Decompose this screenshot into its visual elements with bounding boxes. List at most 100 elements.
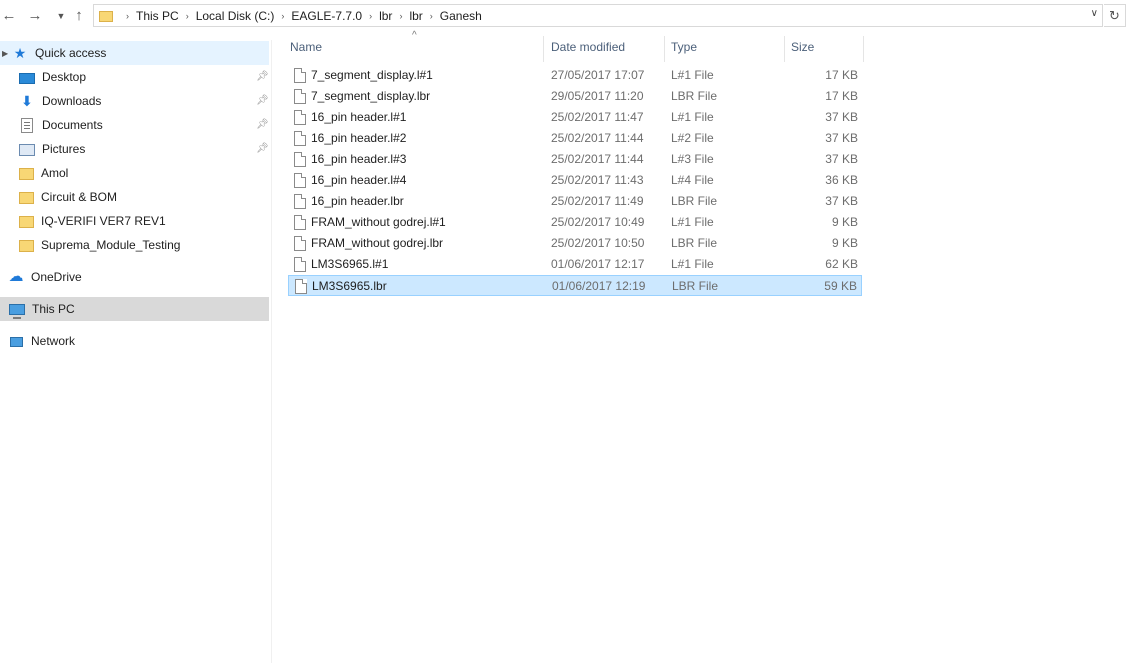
sidebar-item-documents[interactable]: Documents 📌︎	[0, 113, 269, 137]
file-type: L#2 File	[671, 131, 714, 145]
navigation-pane: ▶ ★ Quick access Desktop 📌︎ ⬇ Downloads …	[0, 40, 270, 663]
breadcrumb-separator-icon[interactable]: ›	[281, 11, 284, 21]
computer-icon	[9, 303, 25, 319]
file-date-modified: 25/02/2017 11:44	[551, 152, 644, 166]
file-icon	[294, 89, 306, 104]
sidebar-item-label: Circuit & BOM	[41, 190, 118, 204]
breadcrumb-this-pc[interactable]: This PC	[136, 9, 179, 23]
file-date-modified: 25/02/2017 11:43	[551, 173, 644, 187]
back-arrow-icon[interactable]: ←	[0, 6, 18, 26]
pin-icon: 📌︎	[256, 143, 269, 154]
file-icon	[294, 215, 306, 230]
file-size: 59 KB	[824, 279, 857, 293]
table-row[interactable]: FRAM_without godrej.lbr 25/02/2017 10:50 L…	[288, 233, 862, 254]
sidebar-item-desktop[interactable]: Desktop 📌︎	[0, 65, 269, 89]
breadcrumb-eagle[interactable]: EAGLE-7.7.0	[291, 9, 362, 23]
network-icon	[10, 337, 23, 347]
breadcrumb-local-disk[interactable]: Local Disk (C:)	[196, 9, 275, 23]
sidebar-item-label: IQ-VERIFI VER7 REV1	[41, 214, 166, 228]
address-bar[interactable]: › This PC › Local Disk (C:) › EAGLE-7.7.…	[93, 4, 1103, 27]
breadcrumb-separator-icon[interactable]: ›	[430, 11, 433, 21]
breadcrumb-separator-icon[interactable]: ›	[369, 11, 372, 21]
file-name: LM3S6965.lbr	[312, 279, 387, 293]
sidebar-item-suprema[interactable]: Suprema_Module_Testing	[0, 233, 269, 257]
file-size: 17 KB	[825, 68, 858, 82]
table-row[interactable]: 16_pin header.l#4 25/02/2017 11:43 L#4 Fil…	[288, 170, 862, 191]
sidebar-item-iq-verifi[interactable]: IQ-VERIFI VER7 REV1	[0, 209, 269, 233]
breadcrumb-lbr[interactable]: lbr	[379, 9, 392, 23]
table-row[interactable]: 7_segment_display.l#1 27/05/2017 17:07 L#1…	[288, 65, 862, 86]
file-name: FRAM_without godrej.lbr	[311, 236, 444, 250]
folder-icon	[99, 11, 113, 22]
sidebar-item-amol[interactable]: Amol	[0, 161, 269, 185]
file-size: 9 KB	[831, 215, 858, 229]
file-name: 16_pin header.lbr	[311, 194, 404, 208]
table-row[interactable]: 16_pin header.l#3 25/02/2017 11:44 L#3 Fil…	[288, 149, 862, 170]
refresh-icon[interactable]: ↻	[1104, 4, 1126, 27]
file-type: L#1 File	[671, 68, 714, 82]
file-type: L#4 File	[671, 173, 714, 187]
download-icon: ⬇	[21, 93, 33, 109]
file-icon	[294, 257, 306, 272]
sidebar-item-network[interactable]: Network	[0, 329, 269, 353]
file-name: 16_pin header.l#1	[311, 110, 407, 124]
file-name: 7_segment_display.lbr	[311, 89, 431, 103]
sidebar-item-pictures[interactable]: Pictures 📌︎	[0, 137, 269, 161]
pin-icon: 📌︎	[256, 119, 269, 130]
sidebar-item-circuit-bom[interactable]: Circuit & BOM	[0, 185, 269, 209]
file-date-modified: 25/02/2017 11:44	[551, 131, 644, 145]
table-row[interactable]: FRAM_without godrej.l#1 25/02/2017 10:49 L…	[288, 212, 862, 233]
sidebar-item-label: Documents	[42, 118, 103, 132]
sidebar-item-quick-access[interactable]: ▶ ★ Quick access	[0, 41, 269, 65]
file-size: 36 KB	[825, 173, 858, 187]
file-name: LM3S6965.l#1	[311, 257, 389, 271]
breadcrumb-ganesh[interactable]: Ganesh	[440, 9, 482, 23]
sidebar-item-onedrive[interactable]: ☁ OneDrive	[0, 265, 269, 289]
collapse-arrow-icon[interactable]: ▶	[2, 49, 8, 58]
sidebar-item-label: Suprema_Module_Testing	[41, 238, 181, 252]
column-header-type[interactable]: Type	[665, 36, 785, 62]
table-row[interactable]: 16_pin header.lbr 25/02/2017 11:49 LBR Fil…	[288, 191, 862, 212]
breadcrumb-separator-icon[interactable]: ›	[126, 11, 129, 21]
file-date-modified: 01/06/2017 12:19	[552, 279, 646, 293]
file-date-modified: 29/05/2017 11:20	[551, 89, 644, 103]
file-name: FRAM_without godrej.l#1	[311, 215, 446, 229]
file-name: 16_pin header.l#3	[311, 152, 407, 166]
pin-icon: 📌︎	[256, 95, 269, 106]
star-icon: ★	[13, 45, 27, 61]
sidebar-item-downloads[interactable]: ⬇ Downloads 📌︎	[0, 89, 269, 113]
recent-locations-chevron-icon[interactable]: ▼	[52, 6, 70, 26]
folder-icon	[19, 240, 34, 252]
column-header-size[interactable]: Size	[785, 36, 864, 62]
navigation-bar: ← → ▼ ↑ › This PC › Local Disk (C:) › EA…	[0, 0, 1146, 32]
address-dropdown-chevron-icon[interactable]: ∨	[1091, 8, 1098, 19]
documents-icon	[21, 117, 33, 133]
sidebar-item-label: OneDrive	[31, 270, 82, 284]
file-icon	[294, 173, 306, 188]
up-arrow-icon[interactable]: ↑	[70, 6, 88, 26]
table-row[interactable]: LM3S6965.l#1 01/06/2017 12:17 L#1 File 62 K…	[288, 254, 862, 275]
table-row[interactable]: 7_segment_display.lbr 29/05/2017 11:20 LBR…	[288, 86, 862, 107]
file-date-modified: 25/02/2017 11:47	[551, 110, 644, 124]
file-size: 37 KB	[825, 194, 858, 208]
file-icon	[295, 279, 307, 294]
file-size: 62 KB	[825, 257, 858, 271]
table-row[interactable]: 16_pin header.l#2 25/02/2017 11:44 L#2 Fil…	[288, 128, 862, 149]
forward-arrow-icon[interactable]: →	[26, 6, 44, 26]
table-row[interactable]: LM3S6965.lbr 01/06/2017 12:19 LBR File 59 K…	[288, 275, 862, 296]
file-icon	[294, 68, 306, 83]
breadcrumb-lbr-2[interactable]: lbr	[409, 9, 422, 23]
column-header-date-modified[interactable]: Date modified	[545, 36, 665, 62]
file-type: LBR File	[671, 194, 718, 208]
sidebar-item-this-pc[interactable]: This PC	[0, 297, 269, 321]
sidebar-item-label: This PC	[32, 302, 75, 316]
file-size: 9 KB	[831, 236, 858, 250]
breadcrumb-separator-icon[interactable]: ›	[399, 11, 402, 21]
folder-icon	[19, 168, 34, 180]
table-row[interactable]: 16_pin header.l#1 25/02/2017 11:47 L#1 Fil…	[288, 107, 862, 128]
breadcrumb-separator-icon[interactable]: ›	[186, 11, 189, 21]
desktop-icon	[19, 72, 35, 84]
sidebar-item-label: Desktop	[42, 70, 87, 84]
column-header-name[interactable]: Name	[288, 36, 544, 62]
file-list: ^ Name Date modified Type Size 7_segment…	[272, 30, 1146, 663]
